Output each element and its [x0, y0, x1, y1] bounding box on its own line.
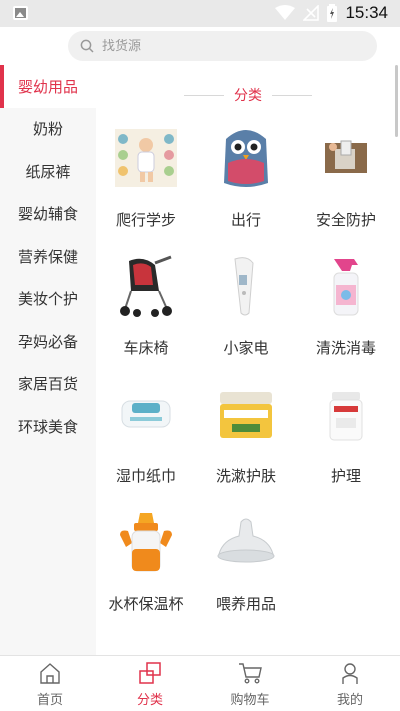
status-bar: 15:34 — [0, 0, 400, 27]
category-label: 清洗消毒 — [315, 339, 376, 357]
category-label: 洗漱护肤 — [215, 467, 276, 485]
sidebar-item-formula[interactable]: 奶粉 — [0, 108, 96, 151]
gallery-icon — [13, 6, 28, 20]
category-label: 爬行学步 — [115, 211, 176, 229]
sidebar-item-baby-food[interactable]: 婴幼辅食 — [0, 193, 96, 236]
sidebar-item-nutrition[interactable]: 营养保健 — [0, 235, 96, 278]
category-sidebar: 婴幼用品 奶粉 纸尿裤 婴幼辅食 营养保健 美妆个护 孕妈必备 家居百货 环球美… — [0, 65, 96, 655]
user-icon — [342, 663, 358, 684]
tab-profile[interactable]: 我的 — [300, 656, 400, 711]
tab-cart[interactable]: 购物车 — [200, 656, 300, 711]
category-label: 喂养用品 — [215, 595, 276, 613]
tab-label: 我的 — [336, 693, 363, 708]
cotton-swab-icon — [311, 379, 381, 449]
thermometer-icon — [211, 251, 281, 321]
category-label: 水杯保温杯 — [108, 595, 184, 613]
tab-category[interactable]: 分类 — [100, 656, 200, 711]
sidebar-item-beauty[interactable]: 美妆个护 — [0, 278, 96, 321]
sidebar-item-household[interactable]: 家居百货 — [0, 363, 96, 406]
divider — [272, 94, 312, 96]
nipple-icon — [211, 507, 281, 577]
category-feeding[interactable]: 喂养用品 — [196, 507, 296, 635]
category-label: 安全防护 — [315, 211, 376, 229]
category-label: 护理 — [330, 467, 361, 485]
search-input[interactable] — [102, 38, 352, 54]
category-care[interactable]: 护理 — [296, 379, 396, 507]
tab-home[interactable]: 首页 — [0, 656, 100, 711]
category-crawl[interactable]: 爬行学步 — [96, 123, 196, 251]
home-icon — [40, 663, 60, 684]
category-appliances[interactable]: 小家电 — [196, 251, 296, 379]
tab-label: 分类 — [136, 693, 163, 708]
spray-bottle-icon — [311, 251, 381, 321]
sidebar-item-maternity[interactable]: 孕妈必备 — [0, 320, 96, 363]
tab-label: 首页 — [36, 693, 63, 708]
category-grid: 爬行学步 出行 安全防护 车床椅 小家电 清洗消毒 湿巾纸巾 洗漱护肤 护理 水… — [96, 123, 400, 635]
category-cups[interactable]: 水杯保温杯 — [96, 507, 196, 635]
backpack-icon — [211, 123, 281, 193]
category-strollers[interactable]: 车床椅 — [96, 251, 196, 379]
clock: 15:34 — [345, 3, 388, 22]
wipes-icon — [111, 379, 181, 449]
sidebar-item-global-food[interactable]: 环球美食 — [0, 405, 96, 448]
divider — [184, 94, 224, 96]
tab-label: 购物车 — [230, 693, 270, 708]
category-label: 车床椅 — [123, 339, 169, 357]
section-title: 分类 — [234, 88, 262, 104]
sidebar-item-baby-products[interactable]: 婴幼用品 — [0, 65, 96, 108]
sidebar-item-diapers[interactable]: 纸尿裤 — [0, 150, 96, 193]
category-wipes[interactable]: 湿巾纸巾 — [96, 379, 196, 507]
bottom-tab-bar: 首页 分类 购物车 我的 — [0, 655, 400, 711]
search-bar — [0, 27, 400, 65]
crawl-mat-icon — [111, 123, 181, 193]
category-content: 分类 爬行学步 出行 安全防护 车床椅 小家电 清洗消毒 湿巾纸巾 洗漱护肤 护… — [96, 65, 400, 655]
cart-icon — [239, 663, 262, 684]
sippy-cup-icon — [111, 507, 181, 577]
stroller-icon — [111, 251, 181, 321]
category-travel[interactable]: 出行 — [196, 123, 296, 251]
category-skincare[interactable]: 洗漱护肤 — [196, 379, 296, 507]
no-signal-icon — [303, 5, 320, 21]
category-label: 小家电 — [223, 339, 269, 357]
category-label: 出行 — [230, 211, 261, 229]
category-cleaning[interactable]: 清洗消毒 — [296, 251, 396, 379]
search-box[interactable] — [68, 31, 377, 61]
section-header: 分类 — [96, 85, 400, 105]
search-icon — [80, 39, 94, 53]
drawer-lock-icon — [311, 123, 381, 193]
battery-icon — [327, 4, 338, 22]
category-label: 湿巾纸巾 — [115, 467, 176, 485]
cream-jar-icon — [211, 379, 281, 449]
category-safety[interactable]: 安全防护 — [296, 123, 396, 251]
wifi-icon — [275, 5, 296, 20]
category-icon — [139, 662, 161, 684]
